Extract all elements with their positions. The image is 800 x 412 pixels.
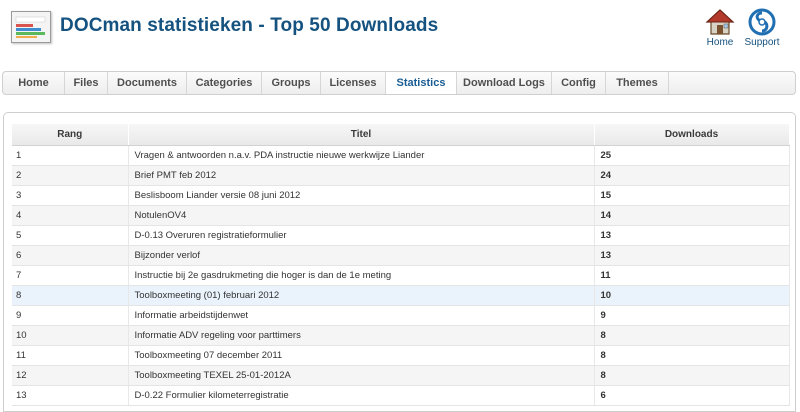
top-downloads-table: Rang Titel Downloads 1 Vragen & antwoorde…: [12, 124, 790, 406]
row-title: Informatie arbeidstijdenwet: [128, 305, 595, 326]
tab-themes[interactable]: Themes: [606, 72, 669, 94]
support-button[interactable]: Support: [740, 8, 784, 50]
row-title: Informatie ADV regeling voor parttimers: [128, 325, 595, 346]
row-downloads: 15: [594, 185, 790, 206]
table-header-row: Rang Titel Downloads: [12, 124, 790, 146]
row-title: Bijzonder verlof: [128, 245, 595, 266]
row-title: Brief PMT feb 2012: [128, 165, 595, 186]
row-downloads: 13: [594, 225, 790, 246]
home-button[interactable]: Home: [698, 8, 742, 50]
row-rank: 7: [12, 265, 129, 286]
row-title: Instructie bij 2e gasdrukmeting die hoge…: [128, 265, 595, 286]
page-header: DOCman statistieken - Top 50 Downloads H…: [0, 0, 800, 58]
row-rank: 11: [12, 345, 129, 366]
row-downloads: 8: [594, 325, 790, 346]
row-downloads: 8: [594, 365, 790, 386]
column-header-downloads[interactable]: Downloads: [594, 124, 790, 146]
row-title: Toolboxmeeting (01) februari 2012: [128, 285, 595, 306]
table-row: 11 Toolboxmeeting 07 december 2011 8: [12, 345, 790, 366]
main-tabbar: Home Files Documents Categories Groups L…: [2, 71, 796, 95]
table-row: 4 NotulenOV4 14: [12, 205, 790, 226]
row-downloads: 6: [594, 385, 790, 406]
page-title: DOCman statistieken - Top 50 Downloads: [60, 15, 439, 36]
row-rank: 3: [12, 185, 129, 206]
row-title: Toolboxmeeting TEXEL 25-01-2012A: [128, 365, 595, 386]
table-row: 6 Bijzonder verlof 13: [12, 245, 790, 266]
row-downloads: 13: [594, 245, 790, 266]
tab-config[interactable]: Config: [552, 72, 606, 94]
table-row: 12 Toolboxmeeting TEXEL 25-01-2012A 8: [12, 365, 790, 386]
row-title: Toolboxmeeting 07 december 2011: [128, 345, 595, 366]
row-rank: 1: [12, 145, 129, 166]
support-label: Support: [744, 37, 780, 48]
row-downloads: 8: [594, 345, 790, 366]
support-icon: [748, 8, 776, 36]
tab-download-logs[interactable]: Download Logs: [457, 72, 552, 94]
row-downloads: 24: [594, 165, 790, 186]
row-title: NotulenOV4: [128, 205, 595, 226]
column-header-rank[interactable]: Rang: [12, 124, 129, 146]
row-rank: 6: [12, 245, 129, 266]
table-row: 2 Brief PMT feb 2012 24: [12, 165, 790, 186]
statistics-panel: Rang Titel Downloads 1 Vragen & antwoorde…: [3, 112, 796, 412]
row-title: D-0.22 Formulier kilometerregistratie: [128, 385, 595, 406]
row-rank: 10: [12, 325, 129, 346]
row-rank: 9: [12, 305, 129, 326]
row-downloads: 9: [594, 305, 790, 326]
row-rank: 4: [12, 205, 129, 226]
statistics-logo-icon: [11, 11, 51, 43]
row-downloads: 14: [594, 205, 790, 226]
table-row: 7 Instructie bij 2e gasdrukmeting die hog…: [12, 265, 790, 286]
row-title: Beslisboom Liander versie 08 juni 2012: [128, 185, 595, 206]
table-row: 1 Vragen & antwoorden n.a.v. PDA instruct…: [12, 145, 790, 166]
tab-categories[interactable]: Categories: [187, 72, 262, 94]
table-row: 13 D-0.22 Formulier kilometerregistratie 6: [12, 385, 790, 406]
row-title: Vragen & antwoorden n.a.v. PDA instructi…: [128, 145, 595, 166]
table-row: 10 Informatie ADV regeling voor parttimer…: [12, 325, 790, 346]
table-row: 3 Beslisboom Liander versie 08 juni 2012 1…: [12, 185, 790, 206]
tab-documents[interactable]: Documents: [108, 72, 187, 94]
tab-licenses[interactable]: Licenses: [321, 72, 386, 94]
table-row: 5 D-0.13 Overuren registratieformulier 13: [12, 225, 790, 246]
column-header-title[interactable]: Titel: [128, 124, 595, 146]
row-title: D-0.13 Overuren registratieformulier: [128, 225, 595, 246]
row-rank: 2: [12, 165, 129, 186]
tab-home[interactable]: Home: [3, 72, 65, 94]
table-row: 9 Informatie arbeidstijdenwet 9: [12, 305, 790, 326]
row-downloads: 25: [594, 145, 790, 166]
home-label: Home: [706, 37, 734, 48]
tab-groups[interactable]: Groups: [262, 72, 321, 94]
tab-statistics[interactable]: Statistics: [386, 72, 457, 94]
row-rank: 12: [12, 365, 129, 386]
row-rank: 8: [12, 285, 129, 306]
row-rank: 13: [12, 385, 129, 406]
table-row: 8 Toolboxmeeting (01) februari 2012 10: [12, 285, 790, 306]
row-downloads: 11: [594, 265, 790, 286]
home-icon: [705, 9, 735, 35]
tab-files[interactable]: Files: [65, 72, 108, 94]
row-rank: 5: [12, 225, 129, 246]
row-downloads: 10: [594, 285, 790, 306]
